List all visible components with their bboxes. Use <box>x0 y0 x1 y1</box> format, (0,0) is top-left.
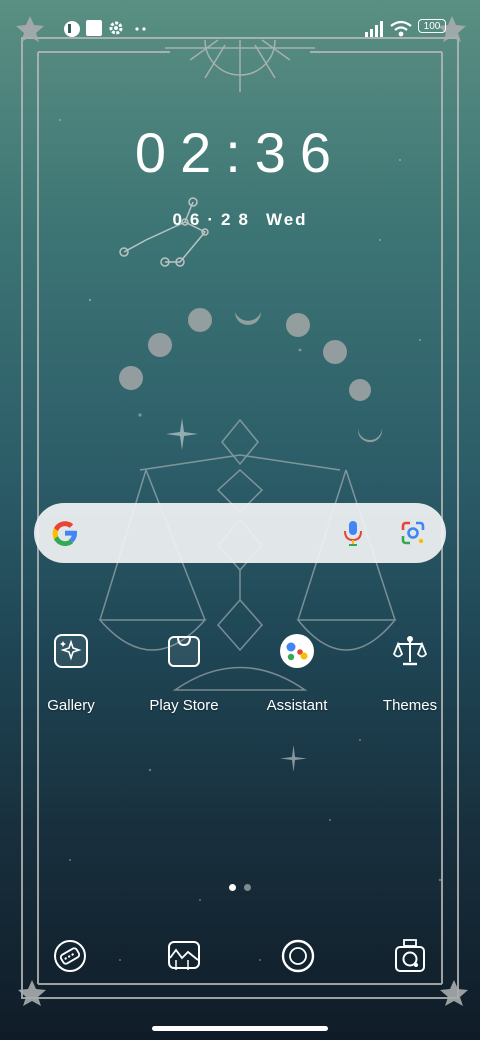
gallery-icon <box>54 634 88 668</box>
date-value: 06·28 <box>172 210 256 229</box>
gesture-navigation-bar[interactable] <box>152 1026 328 1031</box>
more-dots-icon <box>135 27 146 31</box>
google-g-icon[interactable] <box>50 518 80 548</box>
app-assistant[interactable]: Assistant <box>242 632 352 714</box>
square-notification-icon <box>86 20 102 36</box>
app-label: Play Store <box>149 697 219 714</box>
status-bar: 100 <box>0 14 480 42</box>
messages-icon[interactable] <box>166 938 202 974</box>
browser-icon[interactable] <box>280 938 316 974</box>
battery-level: 100 <box>423 21 441 32</box>
page-indicator[interactable] <box>0 878 480 896</box>
clock-date[interactable]: 06·28 Wed <box>0 210 480 230</box>
microphone-icon[interactable] <box>342 519 364 547</box>
clock-time[interactable]: 02:36 <box>0 120 480 185</box>
page-dot[interactable] <box>244 884 251 891</box>
camera-icon[interactable] <box>392 938 428 974</box>
app-label: Themes <box>382 697 438 714</box>
wifi-icon <box>390 20 412 37</box>
page-dot-active[interactable] <box>229 884 236 891</box>
signal-icon <box>365 21 383 37</box>
app-play-store[interactable]: Play Store <box>129 632 239 714</box>
battery-icon: 100 <box>418 19 446 33</box>
themes-icon <box>392 636 428 666</box>
phone-icon[interactable] <box>52 938 88 974</box>
notification-app-icon <box>64 21 80 37</box>
google-search-bar[interactable] <box>34 503 446 563</box>
weekday: Wed <box>265 210 308 229</box>
app-label: Gallery <box>47 697 95 714</box>
app-label: Assistant <box>266 697 328 714</box>
assistant-icon <box>280 634 314 668</box>
google-lens-icon[interactable] <box>400 520 426 546</box>
settings-icon <box>109 21 123 35</box>
app-gallery[interactable]: Gallery <box>16 632 126 714</box>
app-themes[interactable]: Themes <box>355 632 465 714</box>
play-store-icon <box>168 636 200 667</box>
